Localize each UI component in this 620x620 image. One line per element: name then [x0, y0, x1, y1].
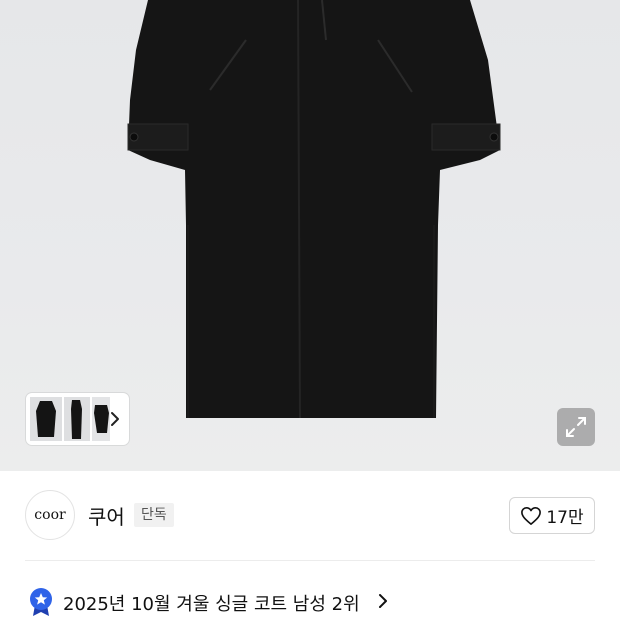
ranking-text: 2025년 10월 겨울 싱글 코트 남성 2위 [63, 594, 360, 615]
expand-icon [566, 417, 586, 437]
divider [25, 560, 595, 561]
brand-name[interactable]: 쿠어 [88, 501, 125, 530]
brand-logo-text: coor [34, 507, 66, 523]
thumbnail-strip[interactable] [26, 393, 129, 445]
chevron-right-icon [379, 594, 387, 608]
chevron-right-icon[interactable] [107, 407, 123, 431]
expand-button[interactable] [557, 408, 595, 446]
coat-front-thumbnail[interactable] [30, 397, 62, 441]
ranking-link[interactable]: 2025년 10월 겨울 싱글 코트 남성 2위 [25, 585, 425, 617]
heart-outline-icon [521, 506, 542, 525]
award-badge-icon [30, 588, 52, 616]
coat-side-thumbnail[interactable] [64, 397, 90, 441]
like-count: 17만 [546, 508, 584, 528]
like-button[interactable]: 17만 [509, 497, 595, 534]
exclusive-badge: 단독 [134, 503, 174, 527]
product-image-gallery[interactable] [0, 0, 620, 471]
brand-row: coor 쿠어 단독 17만 [0, 488, 620, 544]
brand-logo[interactable]: coor [25, 490, 75, 540]
